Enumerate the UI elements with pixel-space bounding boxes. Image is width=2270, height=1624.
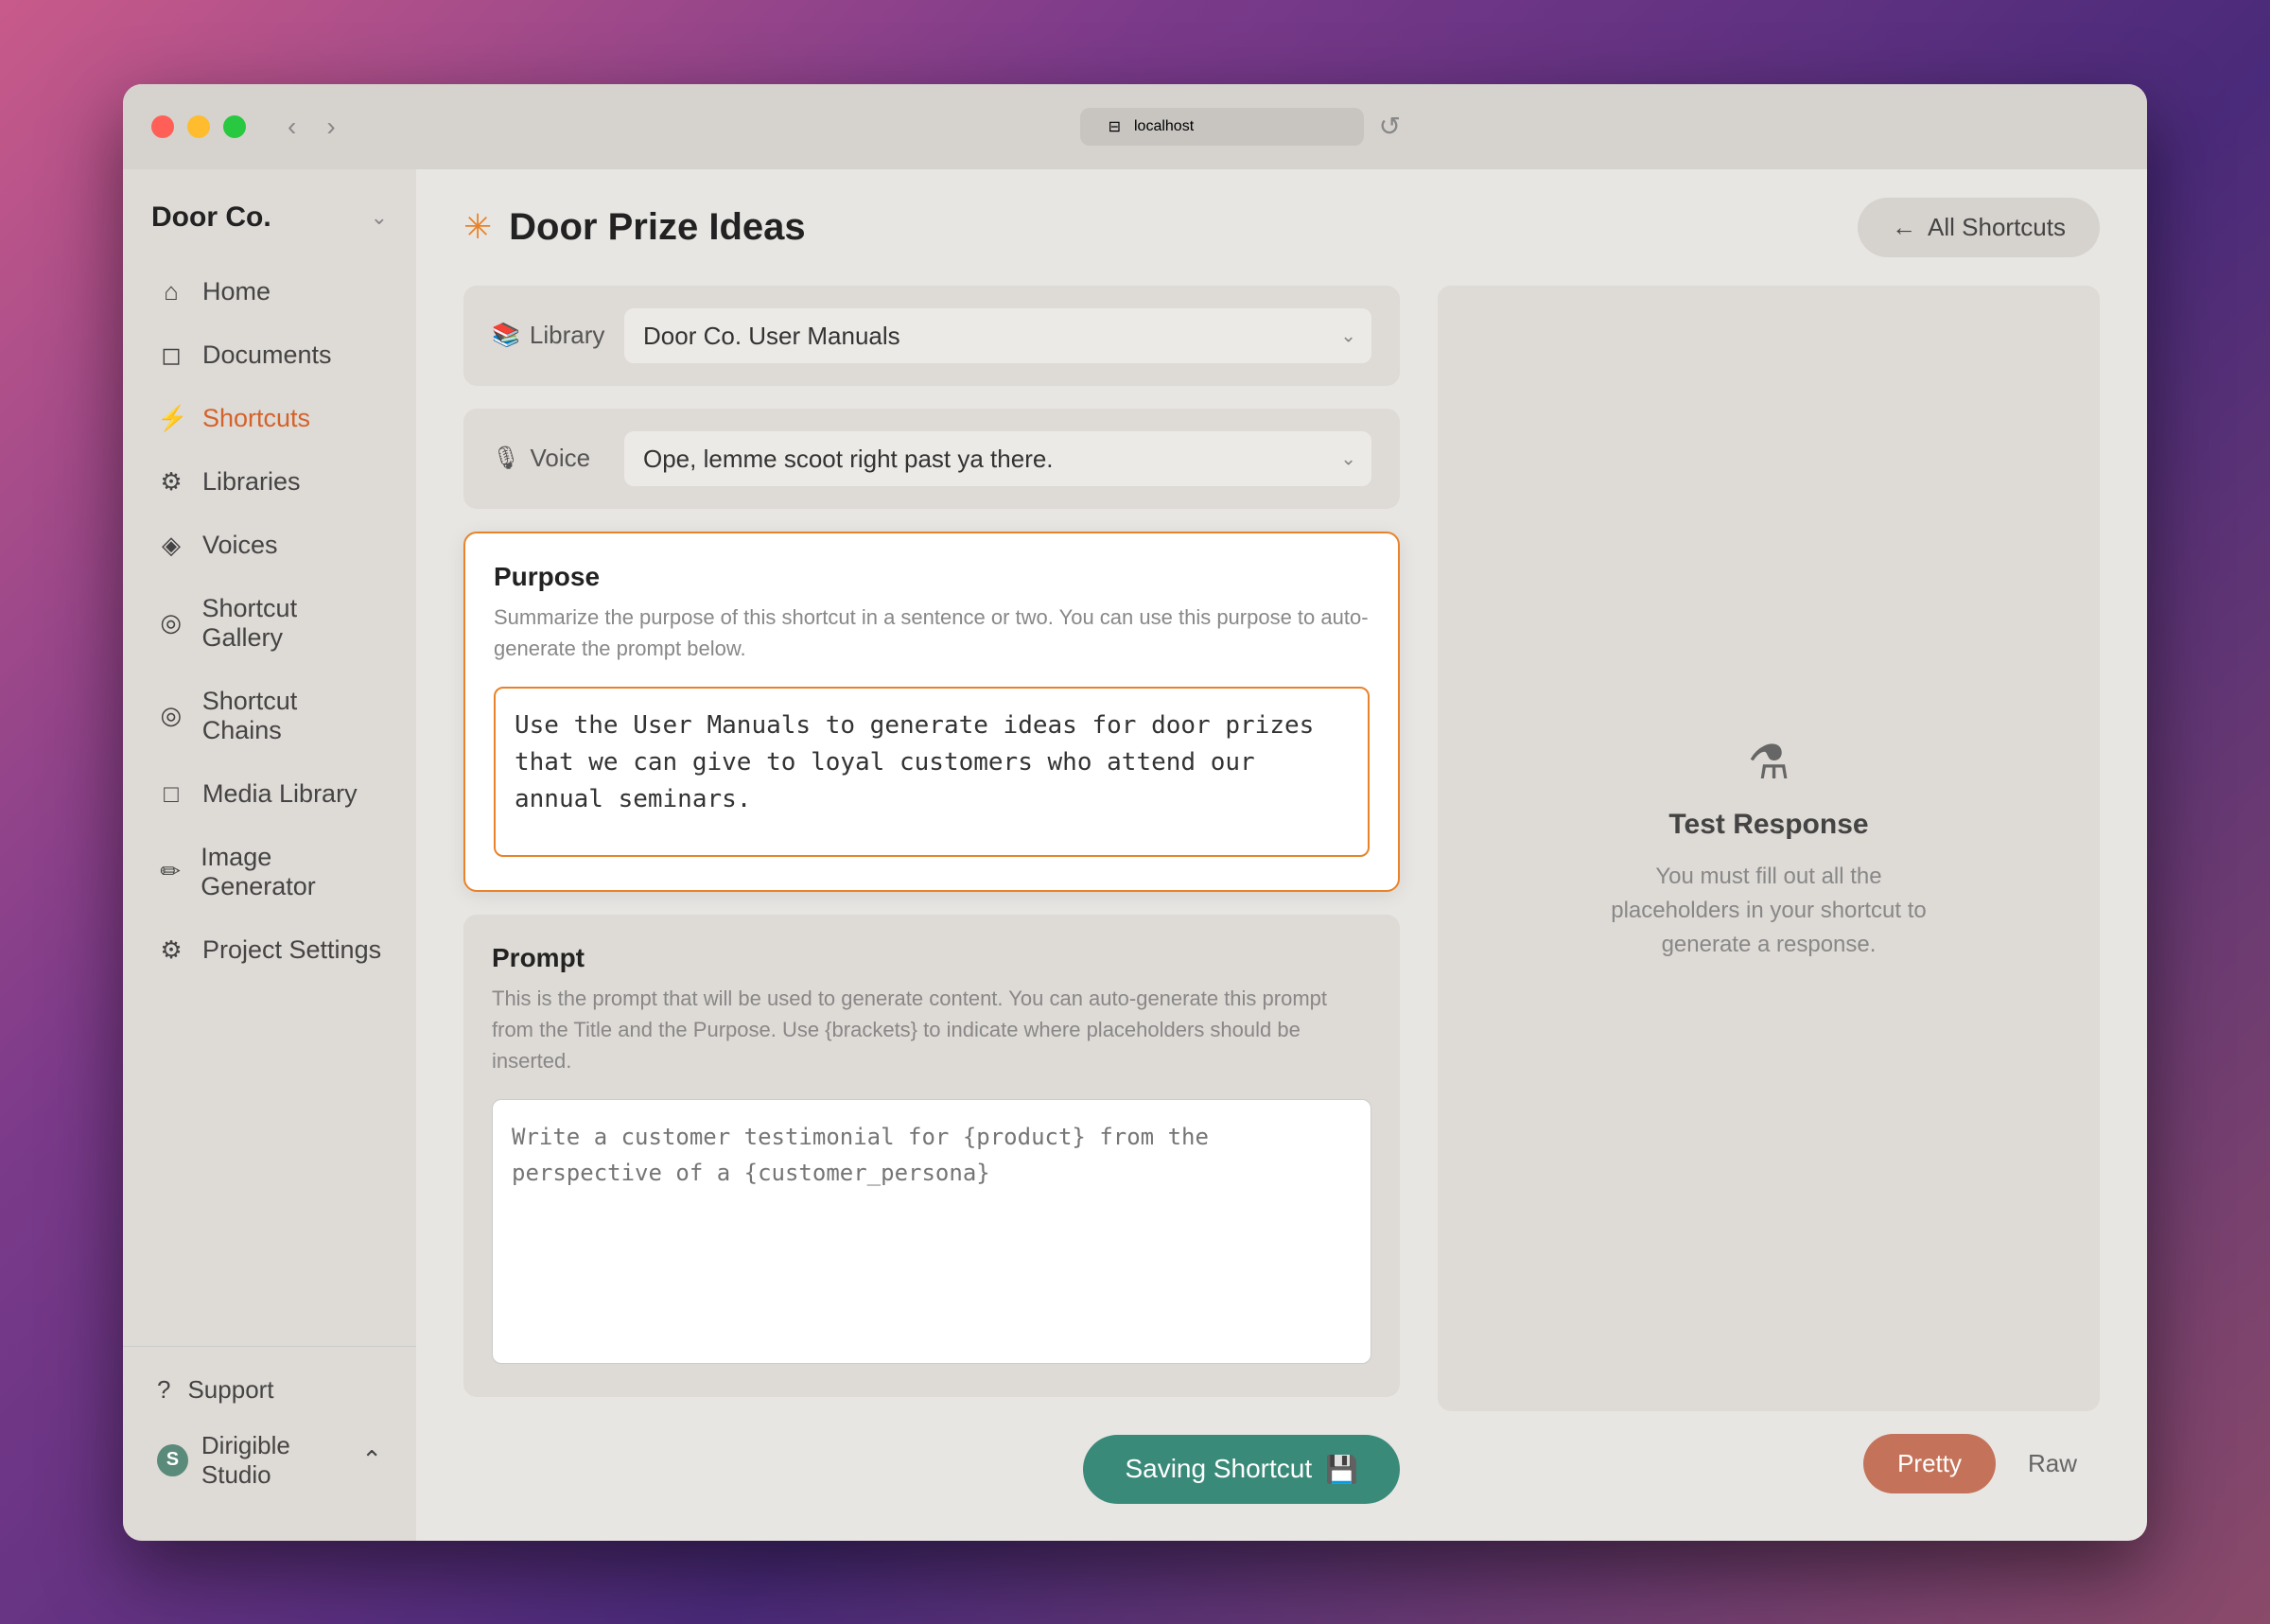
sidebar-item-label-documents: Documents	[202, 341, 332, 370]
page-title-area: ✳ Door Prize Ideas	[463, 206, 806, 249]
all-shortcuts-label: All Shortcuts	[1928, 213, 2066, 242]
saving-footer: Saving Shortcut 💾	[463, 1420, 1400, 1519]
saving-label: Saving Shortcut	[1125, 1454, 1312, 1484]
voice-label: 🎙 Voice	[492, 444, 605, 473]
sidebar-item-documents[interactable]: ◻ Documents	[138, 325, 401, 385]
library-select[interactable]: Door Co. User Manuals	[624, 308, 1371, 363]
pretty-button[interactable]: Pretty	[1863, 1434, 1996, 1493]
app-body: Door Co. ⌄ ⌂ Home ◻ Documents ⚡ Shortcut…	[123, 169, 2147, 1541]
sidebar-item-shortcut-chains[interactable]: ◎ Shortcut Chains	[138, 672, 401, 760]
workspace-name: Door Co.	[151, 201, 271, 234]
shortcut-chains-icon: ◎	[157, 701, 185, 730]
test-response-text: You must fill out all the placeholders i…	[1589, 860, 1948, 962]
sidebar-bottom: ? Support S Dirigible Studio ⌃	[123, 1346, 416, 1518]
arrow-left-icon: ←	[1892, 213, 1916, 242]
close-button[interactable]	[151, 115, 174, 138]
prompt-title: Prompt	[492, 943, 1371, 973]
content-area: 📚 Library Door Co. User Manuals ⌄	[416, 286, 2147, 1541]
sidebar-item-label-shortcuts: Shortcuts	[202, 404, 310, 433]
sidebar-item-label-media-library: Media Library	[202, 779, 358, 809]
form-area: 📚 Library Door Co. User Manuals ⌄	[463, 286, 1400, 1493]
shortcut-gallery-icon: ◎	[157, 608, 185, 637]
page-icon-small: ⊟	[1109, 117, 1121, 136]
sidebar-item-label-shortcut-chains: Shortcut Chains	[202, 687, 382, 745]
support-label: Support	[187, 1375, 273, 1405]
forward-button[interactable]: ›	[319, 108, 342, 146]
page-title: Door Prize Ideas	[509, 206, 805, 249]
library-label: 📚 Library	[492, 321, 605, 350]
minimize-button[interactable]	[187, 115, 210, 138]
prompt-textarea[interactable]	[492, 1099, 1371, 1364]
voice-select-wrapper: Ope, lemme scoot right past ya there. ⌄	[624, 431, 1371, 486]
voices-icon: ◈	[157, 531, 185, 560]
traffic-lights	[151, 115, 246, 138]
project-settings-icon: ⚙	[157, 935, 185, 965]
test-response-title: Test Response	[1668, 809, 1868, 841]
nav-section: ⌂ Home ◻ Documents ⚡ Shortcuts ⚙ Librari…	[123, 262, 416, 1346]
sidebar-item-shortcut-gallery[interactable]: ◎ Shortcut Gallery	[138, 579, 401, 668]
nav-buttons: ‹ ›	[280, 108, 343, 146]
purpose-textarea[interactable]: Use the User Manuals to generate ideas f…	[494, 687, 1370, 857]
address-text: localhost	[1134, 118, 1194, 135]
workspace-footer-chevron-icon: ⌃	[361, 1445, 382, 1475]
documents-icon: ◻	[157, 341, 185, 370]
browser-window: ‹ › ⊟ localhost ↺ Door Co. ⌄ ⌂ Home	[123, 84, 2147, 1541]
library-icon: 📚	[492, 322, 520, 349]
response-controls: Pretty Raw	[1438, 1434, 2100, 1493]
test-response-card: ⚗ Test Response You must fill out all th…	[1438, 286, 2100, 1411]
sidebar-item-label-image-generator: Image Generator	[201, 843, 382, 901]
support-item[interactable]: ? Support	[138, 1362, 401, 1418]
purpose-title: Purpose	[494, 562, 1370, 592]
saving-shortcut-button[interactable]: Saving Shortcut 💾	[1083, 1435, 1400, 1504]
back-button[interactable]: ‹	[280, 108, 304, 146]
sidebar-item-image-generator[interactable]: ✏ Image Generator	[138, 828, 401, 917]
address-bar-field[interactable]: ⊟ localhost	[1080, 108, 1364, 146]
browser-chrome: ‹ › ⊟ localhost ↺	[123, 84, 2147, 169]
image-generator-icon: ✏	[157, 857, 183, 886]
sidebar-item-label-libraries: Libraries	[202, 467, 301, 497]
sidebar-item-media-library[interactable]: □ Media Library	[138, 764, 401, 824]
sidebar-item-label-home: Home	[202, 277, 271, 306]
media-library-icon: □	[157, 779, 185, 809]
shortcuts-icon: ⚡	[157, 404, 185, 433]
support-icon: ?	[157, 1375, 170, 1405]
voice-field-row: 🎙 Voice Ope, lemme scoot right past ya t…	[463, 409, 1400, 509]
raw-button[interactable]: Raw	[2005, 1434, 2100, 1493]
sidebar-item-label-voices: Voices	[202, 531, 278, 560]
maximize-button[interactable]	[223, 115, 246, 138]
address-bar: ⊟ localhost ↺	[362, 108, 2119, 146]
purpose-description: Summarize the purpose of this shortcut i…	[494, 602, 1370, 664]
workspace-selector[interactable]: Door Co. ⌄	[123, 192, 416, 262]
reload-button[interactable]: ↺	[1379, 111, 1401, 142]
libraries-icon: ⚙	[157, 467, 185, 497]
saving-icon: 💾	[1325, 1454, 1358, 1485]
workspace-footer[interactable]: S Dirigible Studio ⌃	[138, 1418, 401, 1503]
page-title-icon: ✳	[463, 207, 492, 247]
voice-icon: 🎙	[492, 445, 520, 472]
flask-icon: ⚗	[1748, 735, 1790, 790]
sidebar-item-label-shortcut-gallery: Shortcut Gallery	[202, 594, 382, 653]
right-panel: ⚗ Test Response You must fill out all th…	[1438, 286, 2100, 1493]
workspace-footer-left: S Dirigible Studio	[157, 1431, 361, 1490]
all-shortcuts-button[interactable]: ← All Shortcuts	[1858, 198, 2100, 257]
page-header: ✳ Door Prize Ideas ← All Shortcuts	[416, 169, 2147, 286]
voice-select[interactable]: Ope, lemme scoot right past ya there.	[624, 431, 1371, 486]
library-field-row: 📚 Library Door Co. User Manuals ⌄	[463, 286, 1400, 386]
prompt-description: This is the prompt that will be used to …	[492, 983, 1371, 1076]
sidebar-item-shortcuts[interactable]: ⚡ Shortcuts	[138, 389, 401, 448]
workspace-chevron-icon: ⌄	[371, 205, 388, 230]
sidebar-item-libraries[interactable]: ⚙ Libraries	[138, 452, 401, 512]
sidebar-item-project-settings[interactable]: ⚙ Project Settings	[138, 920, 401, 980]
workspace-footer-label: Dirigible Studio	[201, 1431, 361, 1490]
prompt-section: Prompt This is the prompt that will be u…	[463, 915, 1400, 1397]
sidebar-item-home[interactable]: ⌂ Home	[138, 262, 401, 322]
workspace-avatar: S	[157, 1444, 188, 1476]
sidebar: Door Co. ⌄ ⌂ Home ◻ Documents ⚡ Shortcut…	[123, 169, 416, 1541]
sidebar-item-voices[interactable]: ◈ Voices	[138, 515, 401, 575]
purpose-card: Purpose Summarize the purpose of this sh…	[463, 532, 1400, 892]
main-content: ✳ Door Prize Ideas ← All Shortcuts 📚 Li	[416, 169, 2147, 1541]
library-select-wrapper: Door Co. User Manuals ⌄	[624, 308, 1371, 363]
sidebar-item-label-project-settings: Project Settings	[202, 935, 381, 965]
home-icon: ⌂	[157, 277, 185, 306]
